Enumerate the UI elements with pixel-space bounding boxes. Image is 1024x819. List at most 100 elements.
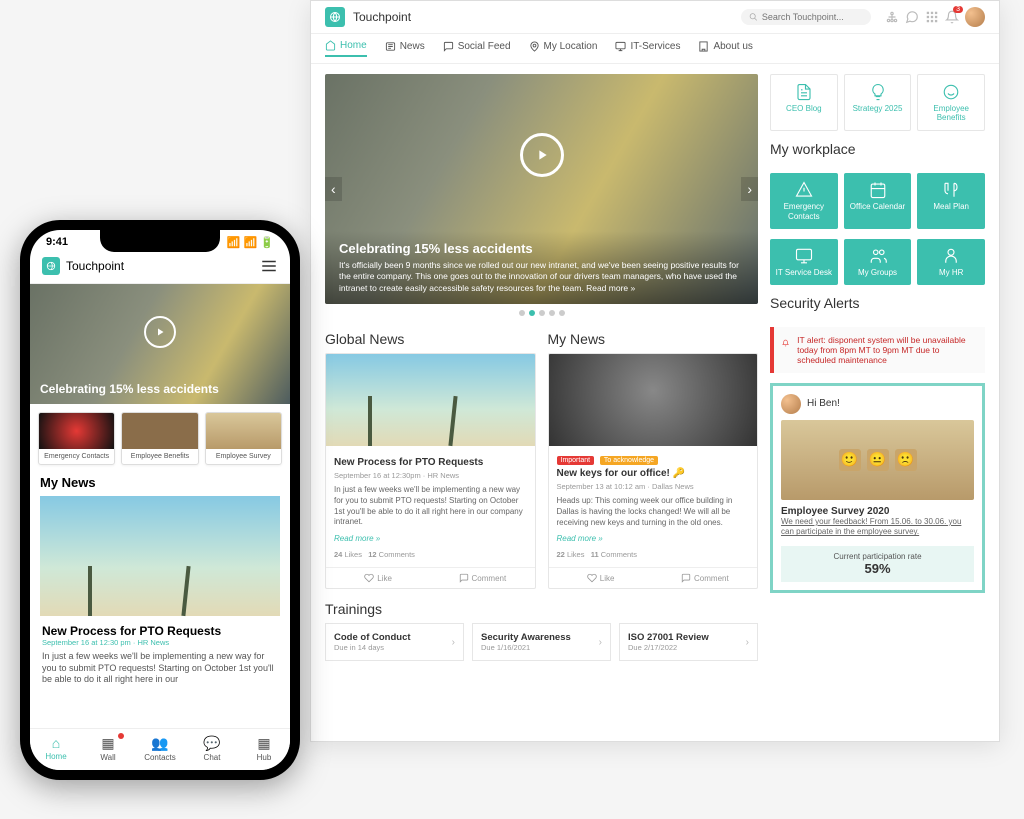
groups-icon — [869, 247, 887, 265]
carousel-next[interactable]: › — [741, 177, 758, 201]
security-alert[interactable]: IT alert: disponent system will be unava… — [770, 327, 985, 373]
notification-dot — [118, 733, 124, 739]
training-title: Code of Conduct — [334, 632, 411, 643]
header-bar: Touchpoint 3 — [311, 1, 999, 34]
news-title: New keys for our office! 🔑 — [557, 468, 750, 479]
notifications-button[interactable]: 3 — [945, 10, 959, 24]
tile-image — [39, 413, 114, 449]
important-badge: Important — [557, 456, 595, 465]
search-icon — [749, 12, 758, 22]
security-alerts-heading: Security Alerts — [770, 295, 985, 311]
play-button[interactable] — [144, 316, 176, 348]
nav-home[interactable]: ⌂Home — [30, 729, 82, 770]
nav-about[interactable]: About us — [698, 40, 752, 57]
tile-hr[interactable]: My HR — [917, 239, 985, 285]
comment-button[interactable]: Comment — [653, 568, 757, 588]
chat-icon[interactable] — [905, 10, 919, 24]
search-input[interactable] — [762, 12, 863, 22]
tile-label: Strategy 2025 — [847, 104, 909, 113]
nav-label: Chat — [204, 753, 221, 762]
tile-strategy[interactable]: Strategy 2025 — [844, 74, 912, 131]
nav-social[interactable]: Social Feed — [443, 40, 511, 57]
nav-label: IT-Services — [630, 41, 680, 52]
nav-home[interactable]: Home — [325, 40, 367, 57]
hero-carousel[interactable]: ‹ › Celebrating 15% less accidents It's … — [325, 74, 758, 304]
training-card[interactable]: Code of ConductDue in 14 days › — [325, 623, 464, 661]
menu-icon[interactable] — [260, 257, 278, 275]
comment-button[interactable]: Comment — [430, 568, 534, 588]
nav-location[interactable]: My Location — [529, 40, 598, 57]
global-news-heading: Global News — [325, 331, 536, 347]
news-image — [326, 354, 535, 446]
mobile-header: Touchpoint — [30, 249, 290, 284]
training-due: Due 2/17/2022 — [628, 643, 709, 652]
play-button[interactable] — [520, 133, 564, 177]
news-image — [549, 354, 758, 446]
alert-text: IT alert: disponent system will be unava… — [797, 335, 977, 365]
tile-label: CEO Blog — [773, 104, 835, 113]
nav-label: News — [400, 41, 425, 52]
mobile-section-heading: My News — [40, 475, 280, 490]
training-card[interactable]: ISO 27001 ReviewDue 2/17/2022 › — [619, 623, 758, 661]
greeting-text: Hi Ben! — [807, 398, 840, 409]
hero-title: Celebrating 15% less accidents — [339, 241, 744, 256]
user-avatar[interactable] — [965, 7, 985, 27]
hero-title: Celebrating 15% less accidents — [40, 382, 219, 396]
search-box[interactable] — [741, 9, 871, 25]
nav-contacts[interactable]: 👥Contacts — [134, 729, 186, 770]
training-card[interactable]: Security AwarenessDue 1/16/2021 › — [472, 623, 611, 661]
mobile-tile[interactable]: Employee Survey — [205, 412, 282, 465]
nav-it[interactable]: IT-Services — [615, 40, 680, 57]
nav-chat[interactable]: 💬Chat — [186, 729, 238, 770]
news-image — [40, 496, 280, 616]
nav-label: Contacts — [144, 753, 176, 762]
tile-label: Office Calendar — [846, 202, 910, 211]
carousel-dots[interactable] — [325, 308, 758, 319]
logo-icon — [325, 7, 345, 27]
nav-wall[interactable]: ▦Wall — [82, 729, 134, 770]
brand-name: Touchpoint — [66, 259, 124, 273]
tile-groups[interactable]: My Groups — [844, 239, 912, 285]
hero-body: It's officially been 9 months since we r… — [339, 260, 744, 294]
tile-emergency[interactable]: Emergency Contacts — [770, 173, 838, 228]
tile-meal[interactable]: Meal Plan — [917, 173, 985, 228]
chevron-right-icon: › — [746, 637, 749, 648]
mobile-hero[interactable]: Celebrating 15% less accidents — [30, 284, 290, 404]
survey-image: 🙂😐🙁 — [781, 420, 974, 500]
news-stats: 22 Likes 11 Comments — [557, 550, 750, 559]
news-card[interactable]: Important To acknowledge New keys for ou… — [548, 353, 759, 589]
tile-label: IT Service Desk — [772, 268, 836, 277]
like-button[interactable]: Like — [549, 568, 653, 588]
read-more-link[interactable]: Read more » — [557, 534, 603, 543]
hero-caption: Celebrating 15% less accidents It's offi… — [325, 231, 758, 304]
mobile-tile[interactable]: Emergency Contacts — [38, 412, 115, 465]
calendar-icon — [869, 181, 887, 199]
tile-calendar[interactable]: Office Calendar — [844, 173, 912, 228]
bell-alert-icon — [782, 335, 789, 351]
tile-itdesk[interactable]: IT Service Desk — [770, 239, 838, 285]
like-button[interactable]: Like — [326, 568, 430, 588]
read-more-link[interactable]: Read more » — [334, 534, 380, 543]
carousel-prev[interactable]: ‹ — [325, 177, 342, 201]
tile-image — [122, 413, 197, 449]
news-title: New Process for PTO Requests — [42, 624, 278, 638]
tile-ceo-blog[interactable]: CEO Blog — [770, 74, 838, 131]
heart-icon — [587, 573, 597, 583]
nav-label: My Location — [544, 41, 598, 52]
tile-label: Employee Survey — [206, 449, 281, 464]
mobile-tile[interactable]: Employee Benefits — [121, 412, 198, 465]
nav-label: Wall — [100, 753, 115, 762]
nav-news[interactable]: News — [385, 40, 425, 57]
tile-label: Emergency Contacts — [39, 449, 114, 464]
nav-label: Social Feed — [458, 41, 511, 52]
smile-icon — [942, 83, 960, 101]
news-excerpt: In just a few weeks we'll be implementin… — [334, 485, 527, 528]
tile-benefits[interactable]: Employee Benefits — [917, 74, 985, 131]
nav-hub[interactable]: ▦Hub — [238, 729, 290, 770]
news-card[interactable]: New Process for PTO Requests September 1… — [325, 353, 536, 589]
building-icon — [698, 41, 709, 52]
survey-widget[interactable]: Hi Ben! 🙂😐🙁 Employee Survey 2020 We need… — [770, 383, 985, 593]
apps-icon[interactable] — [925, 10, 939, 24]
orgchart-icon[interactable] — [885, 10, 899, 24]
brand-name: Touchpoint — [353, 10, 411, 24]
